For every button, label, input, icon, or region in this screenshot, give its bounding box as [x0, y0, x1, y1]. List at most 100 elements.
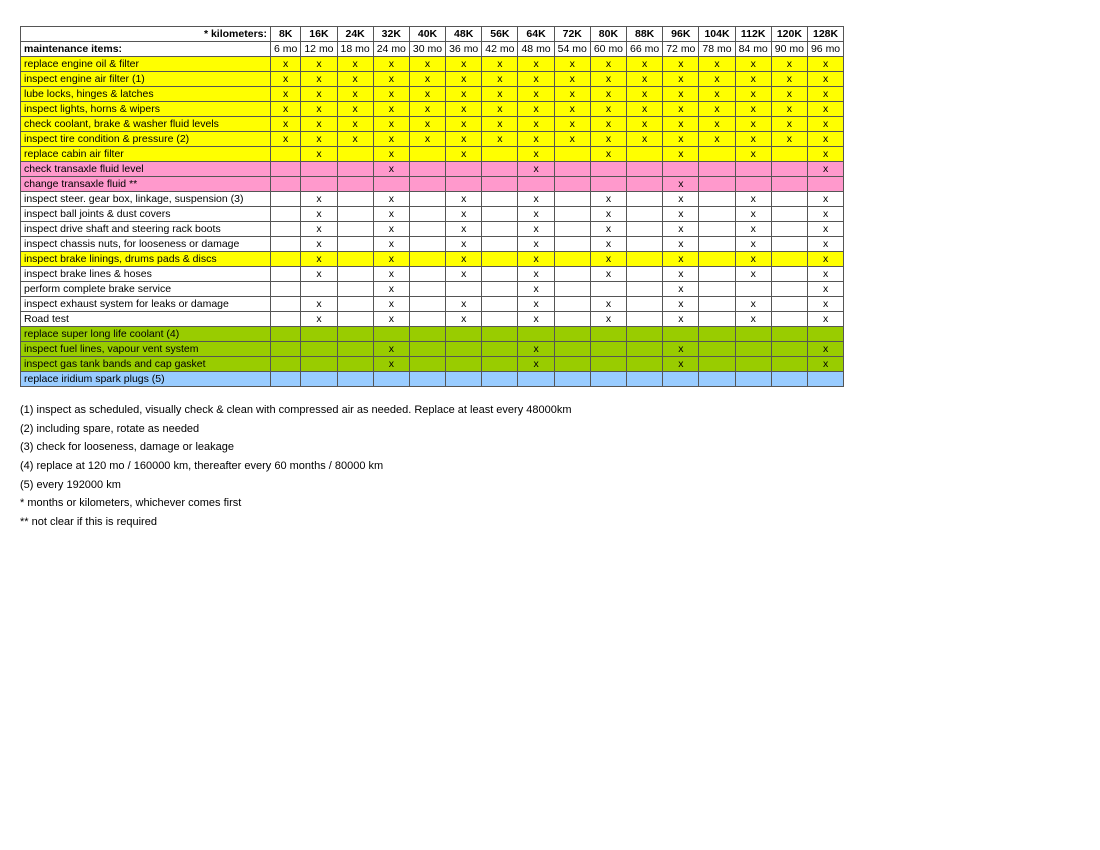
table-cell [271, 147, 301, 162]
table-cell [409, 162, 445, 177]
table-cell [482, 312, 518, 327]
table-cell [627, 177, 663, 192]
table-cell: x [699, 102, 735, 117]
table-cell [554, 237, 590, 252]
table-cell: x [373, 102, 409, 117]
table-cell [482, 372, 518, 387]
table-cell: x [373, 147, 409, 162]
table-cell [807, 327, 843, 342]
table-cell: x [807, 237, 843, 252]
month-header-cell: 24 mo [373, 42, 409, 57]
table-cell [627, 327, 663, 342]
table-cell [337, 327, 373, 342]
table-cell: x [590, 132, 626, 147]
table-cell: x [301, 297, 337, 312]
table-cell [409, 222, 445, 237]
table-cell [482, 192, 518, 207]
table-cell: x [482, 87, 518, 102]
table-cell [271, 342, 301, 357]
table-cell: x [271, 87, 301, 102]
table-cell: x [735, 237, 771, 252]
table-cell: x [807, 207, 843, 222]
table-cell: x [771, 87, 807, 102]
table-cell [446, 162, 482, 177]
month-header-cell: 54 mo [554, 42, 590, 57]
table-cell: x [663, 267, 699, 282]
table-cell: x [409, 102, 445, 117]
table-cell [301, 342, 337, 357]
table-cell: x [482, 102, 518, 117]
table-cell [699, 192, 735, 207]
row-label: inspect steer. gear box, linkage, suspen… [21, 192, 271, 207]
table-cell [735, 357, 771, 372]
row-label: inspect drive shaft and steering rack bo… [21, 222, 271, 237]
table-row: inspect gas tank bands and cap gasketxxx… [21, 357, 844, 372]
table-cell: x [446, 312, 482, 327]
table-cell [373, 372, 409, 387]
km-header-cell: 64K [518, 27, 554, 42]
table-cell: x [590, 57, 626, 72]
row-label: lube locks, hinges & latches [21, 87, 271, 102]
table-cell: x [590, 297, 626, 312]
month-header-cell: 6 mo [271, 42, 301, 57]
table-cell: x [735, 72, 771, 87]
table-cell: x [446, 252, 482, 267]
table-row: inspect brake lines & hosesxxxxxxxx [21, 267, 844, 282]
km-header-cell: 80K [590, 27, 626, 42]
table-cell: x [518, 237, 554, 252]
table-cell [699, 372, 735, 387]
table-cell [554, 327, 590, 342]
table-cell: x [590, 147, 626, 162]
month-header-cell: 90 mo [771, 42, 807, 57]
table-cell [663, 372, 699, 387]
table-cell: x [446, 222, 482, 237]
table-cell: x [590, 72, 626, 87]
table-cell: x [271, 102, 301, 117]
table-cell: x [627, 132, 663, 147]
table-cell: x [446, 267, 482, 282]
table-cell [771, 372, 807, 387]
table-cell [301, 177, 337, 192]
table-cell [409, 147, 445, 162]
table-cell: x [663, 147, 699, 162]
table-cell [409, 372, 445, 387]
table-cell: x [373, 342, 409, 357]
table-cell: x [518, 312, 554, 327]
table-cell [409, 237, 445, 252]
table-cell [271, 282, 301, 297]
table-cell: x [663, 282, 699, 297]
note-line: (2) including spare, rotate as needed [20, 420, 1080, 439]
table-cell: x [518, 87, 554, 102]
table-row: check transaxle fluid levelxxx [21, 162, 844, 177]
table-cell [554, 267, 590, 282]
table-cell [627, 357, 663, 372]
table-cell: x [554, 117, 590, 132]
table-cell: x [663, 342, 699, 357]
row-label: inspect exhaust system for leaks or dama… [21, 297, 271, 312]
table-cell [271, 297, 301, 312]
table-cell [271, 177, 301, 192]
table-cell: x [373, 237, 409, 252]
table-cell [771, 162, 807, 177]
note-line: * months or kilometers, whichever comes … [20, 494, 1080, 513]
table-cell [337, 357, 373, 372]
row-label: change transaxle fluid ** [21, 177, 271, 192]
table-cell: x [373, 57, 409, 72]
table-cell [627, 207, 663, 222]
note-line: (4) replace at 120 mo / 160000 km, there… [20, 457, 1080, 476]
row-label: inspect lights, horns & wipers [21, 102, 271, 117]
table-cell: x [735, 147, 771, 162]
table-cell: x [446, 132, 482, 147]
table-cell: x [446, 237, 482, 252]
table-cell: x [482, 57, 518, 72]
table-row: inspect exhaust system for leaks or dama… [21, 297, 844, 312]
table-cell [554, 372, 590, 387]
table-cell [554, 357, 590, 372]
table-cell: x [807, 102, 843, 117]
table-cell [699, 147, 735, 162]
table-row: lube locks, hinges & latchesxxxxxxxxxxxx… [21, 87, 844, 102]
row-label: inspect ball joints & dust covers [21, 207, 271, 222]
row-label: inspect engine air filter (1) [21, 72, 271, 87]
table-cell [771, 312, 807, 327]
table-cell [482, 237, 518, 252]
